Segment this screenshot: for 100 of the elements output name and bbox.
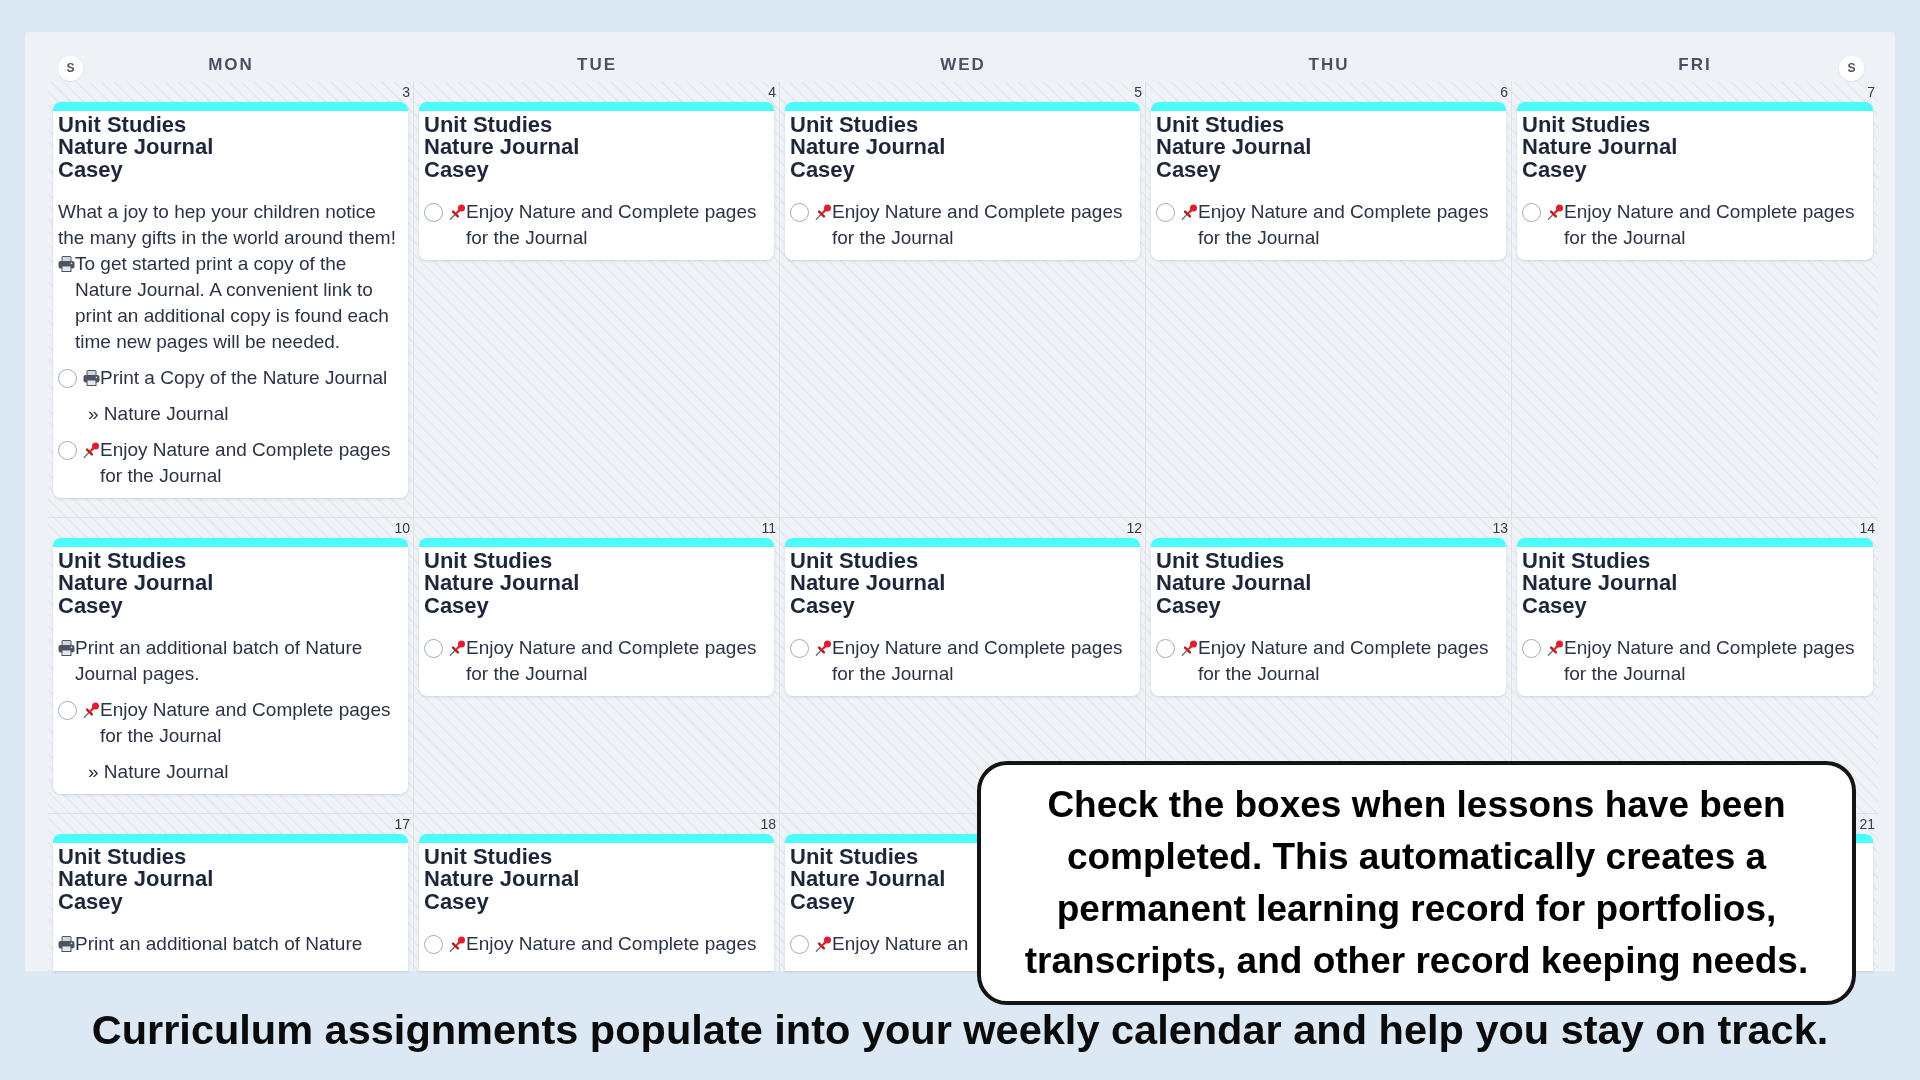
weekday-label: MON [208,55,254,75]
task-checkbox[interactable] [58,701,77,720]
task-text: Enjoy Nature and Complete pages for the Journal [1198,201,1489,248]
date-number: 17 [394,816,410,832]
event-course: Nature Journal [58,136,214,158]
date-number: 4 [768,84,776,100]
pushpin-icon [815,640,832,656]
task-text: Enjoy Nature and Complete pages for the Journal [1564,201,1855,248]
event-category: Unit Studies [424,846,553,868]
event-category: Unit Studies [1156,550,1285,572]
weekday-label: WED [940,55,986,75]
task-text: Enjoy Nature and Complete pages for the Journal [466,201,757,248]
weekday-label: THU [1308,55,1350,75]
task-checkbox[interactable] [1156,639,1175,658]
task-text: Enjoy Nature and Complete pages for the Journal [100,699,391,746]
date-number: 13 [1492,520,1508,536]
task-text: Enjoy Nature and Complete pages for the Journal [1564,637,1855,684]
event-category: Unit Studies [1522,114,1651,136]
task-checkbox[interactable] [1522,203,1541,222]
date-number: 18 [760,816,776,832]
event-category: Unit Studies [790,114,919,136]
event-course: Nature Journal [1156,136,1312,158]
date-number: 21 [1859,816,1875,832]
student-name: Casey [1156,594,1221,617]
note-text: What a joy to hep your children notice the many gifts in the world around them! [58,201,396,248]
date-number: 6 [1500,84,1508,100]
event-course: Nature Journal [424,868,580,890]
task-text: Enjoy Nature and Complete pages for the Journal [466,637,757,684]
note-text: To get started print a copy of the Nature Journal. A convenient link to print an additional copy is found each time new pages will be needed. [75,253,389,352]
pushpin-icon [83,442,100,458]
event-course: Nature Journal [58,572,214,594]
task-checkbox[interactable] [424,935,443,954]
event-course: Nature Journal [424,572,580,594]
date-number: 5 [1134,84,1142,100]
event-category: Unit Studies [424,550,553,572]
weekend-toggle[interactable]: S [1839,55,1864,81]
task-text: Enjoy Nature and Complete pages for the Journal [100,439,391,486]
event-category: Unit Studies [790,550,919,572]
event-category: Unit Studies [424,114,553,136]
student-name: Casey [790,890,855,913]
event-course: Nature Journal [790,572,946,594]
event-course: Nature Journal [1522,572,1678,594]
printer-icon [83,370,100,386]
date-number: 7 [1867,84,1875,100]
task-text: Enjoy Nature and Complete pages for the Journal [1198,637,1489,684]
task-checkbox[interactable] [790,935,809,954]
weekday-label: FRI [1678,55,1712,75]
student-name: Casey [1522,158,1587,181]
task-checkbox[interactable] [58,441,77,460]
pushpin-icon [1181,640,1198,656]
pushpin-icon [449,204,466,220]
task-checkbox[interactable] [424,639,443,658]
task-checkbox[interactable] [790,203,809,222]
event-category: Unit Studies [1522,550,1651,572]
student-name: Casey [1522,594,1587,617]
task-text: Print a Copy of the Nature Journal [100,367,388,388]
pushpin-icon [815,204,832,220]
event-course: Nature Journal [424,136,580,158]
student-name: Casey [58,158,123,181]
student-name: Casey [58,594,123,617]
date-number: 11 [761,520,776,536]
task-checkbox[interactable] [424,203,443,222]
date-number: 12 [1126,520,1142,536]
weekday-label: TUE [577,55,617,75]
task-checkbox[interactable] [790,639,809,658]
resource-link[interactable]: » Nature Journal [88,403,229,424]
task-text: Enjoy Nature an [832,933,969,954]
pushpin-icon [815,936,832,952]
student-name: Casey [424,158,489,181]
task-checkbox[interactable] [58,369,77,388]
note-text: Print an additional batch of Nature [75,933,363,954]
caption-text: Curriculum assignments populate into your weekly calendar and help you stay on track. [91,1007,1829,1052]
date-number: 3 [402,84,410,100]
callout-text: Check the boxes when lessons have been completed. This automatically creates a permanent learning record for portfolios, transcripts, and other record keeping needs. [1023,783,1810,983]
printer-icon [58,256,75,272]
pushpin-icon [83,702,100,718]
student-name: Casey [1156,158,1221,181]
student-name: Casey [790,158,855,181]
student-name: Casey [790,594,855,617]
event-category: Unit Studies [58,846,187,868]
event-category: Unit Studies [58,550,187,572]
task-checkbox[interactable] [1522,639,1541,658]
date-number: 14 [1859,520,1875,536]
weekend-toggle[interactable]: S [58,55,83,81]
student-name: Casey [58,890,123,913]
event-course: Nature Journal [790,868,946,890]
resource-link[interactable]: » Nature Journal [88,761,229,782]
event-category: Unit Studies [790,846,919,868]
event-course: Nature Journal [1522,136,1678,158]
student-name: Casey [424,890,489,913]
task-text: Enjoy Nature and Complete pages for the Journal [832,637,1123,684]
task-checkbox[interactable] [1156,203,1175,222]
pushpin-icon [1547,204,1564,220]
printer-icon [58,936,75,952]
pushpin-icon [449,936,466,952]
pushpin-icon [1547,640,1564,656]
task-text: Enjoy Nature and Complete pages for the Journal [832,201,1123,248]
pushpin-icon [449,640,466,656]
pushpin-icon [1181,204,1198,220]
event-category: Unit Studies [1156,114,1285,136]
